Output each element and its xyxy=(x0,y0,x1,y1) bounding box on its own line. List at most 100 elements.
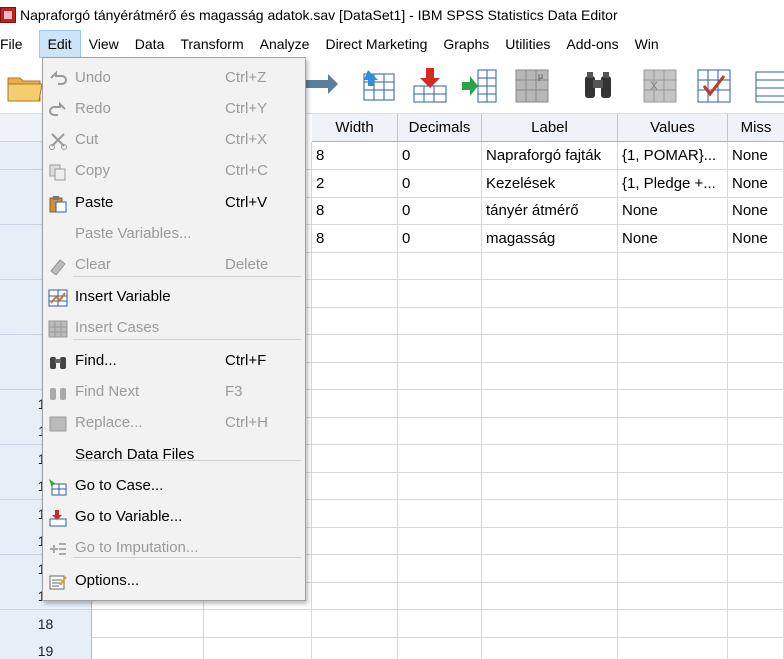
cell-missing[interactable] xyxy=(728,389,784,418)
cell-values[interactable] xyxy=(618,472,728,500)
cell-missing[interactable] xyxy=(728,582,784,610)
menu-item-paste[interactable]: Paste Ctrl+V xyxy=(43,188,305,218)
cell-values[interactable] xyxy=(618,389,728,418)
menu-add-ons[interactable]: Add-ons xyxy=(558,30,626,58)
cell-values[interactable]: None xyxy=(618,197,728,225)
menu-item-redo[interactable]: Redo Ctrl+Y xyxy=(43,94,305,124)
cell-values[interactable] xyxy=(618,554,728,583)
cell-values[interactable] xyxy=(618,307,728,335)
cell-type[interactable] xyxy=(204,637,312,659)
cell-values[interactable] xyxy=(618,362,728,390)
cell-values[interactable] xyxy=(618,444,728,473)
cell-missing[interactable] xyxy=(728,252,784,280)
column-header-values[interactable]: Values xyxy=(618,114,728,142)
cell-width[interactable] xyxy=(312,609,398,638)
cell-missing[interactable] xyxy=(728,362,784,390)
cell-values[interactable]: {1, POMAR}... xyxy=(618,142,728,170)
cell-width[interactable] xyxy=(312,472,398,500)
cell-values[interactable]: {1, Pledge +... xyxy=(618,169,728,198)
cell-label[interactable]: Kezelések xyxy=(482,169,618,198)
cell-label[interactable] xyxy=(482,279,618,308)
cell-label[interactable] xyxy=(482,334,618,363)
cell-label[interactable] xyxy=(482,389,618,418)
cell-width[interactable] xyxy=(312,362,398,390)
cell-decimals[interactable]: 0 xyxy=(398,169,482,198)
cell-decimals[interactable] xyxy=(398,389,482,418)
select-cases-icon[interactable] xyxy=(694,66,734,106)
split-file-icon[interactable]: μ xyxy=(512,66,552,106)
menu-direct-marketing[interactable]: Direct Marketing xyxy=(317,30,435,58)
cell-missing[interactable] xyxy=(728,609,784,638)
menu-item-replace[interactable]: Replace... Ctrl+H xyxy=(43,408,305,438)
cell-decimals[interactable]: 0 xyxy=(398,142,482,170)
column-header-missing[interactable]: Miss xyxy=(728,114,784,142)
cell-label[interactable]: magasság xyxy=(482,224,618,253)
cell-label[interactable] xyxy=(482,417,618,445)
cell-decimals[interactable] xyxy=(398,417,482,445)
cell-decimals[interactable] xyxy=(398,472,482,500)
cell-missing[interactable] xyxy=(728,417,784,445)
cell-decimals[interactable] xyxy=(398,554,482,583)
row-header[interactable]: 18 xyxy=(0,609,92,638)
row-header[interactable]: 19 xyxy=(0,637,92,659)
cell-width[interactable]: 8 xyxy=(312,142,398,170)
cell-label[interactable]: tányér átmérő xyxy=(482,197,618,225)
menu-utilities[interactable]: Utilities xyxy=(497,30,558,58)
cell-missing[interactable]: None xyxy=(728,224,784,253)
cell-values[interactable] xyxy=(618,499,728,528)
menu-item-go-to-case[interactable]: Go to Case... xyxy=(43,471,305,501)
cell-label[interactable] xyxy=(482,582,618,610)
cell-decimals[interactable] xyxy=(398,637,482,659)
cell-type[interactable] xyxy=(204,609,312,638)
menu-analyze[interactable]: Analyze xyxy=(252,30,318,58)
menu-item-copy[interactable]: Copy Ctrl+C xyxy=(43,156,305,186)
cell-label[interactable] xyxy=(482,362,618,390)
cell-values[interactable] xyxy=(618,582,728,610)
cell-width[interactable] xyxy=(312,307,398,335)
cell-decimals[interactable] xyxy=(398,307,482,335)
menu-edit[interactable]: Edit xyxy=(38,30,81,58)
value-labels-icon[interactable] xyxy=(752,66,784,106)
cell-width[interactable] xyxy=(312,417,398,445)
cell-missing[interactable]: None xyxy=(728,142,784,170)
cell-label[interactable] xyxy=(482,499,618,528)
insert-variable-icon[interactable] xyxy=(460,66,500,106)
cell-label[interactable] xyxy=(482,554,618,583)
cell-decimals[interactable] xyxy=(398,279,482,308)
cell-decimals[interactable] xyxy=(398,362,482,390)
cell-name[interactable] xyxy=(92,609,204,638)
cell-label[interactable] xyxy=(482,609,618,638)
insert-cases-icon[interactable] xyxy=(410,66,450,106)
cell-decimals[interactable]: 0 xyxy=(398,197,482,225)
menu-item-paste-variables[interactable]: Paste Variables... xyxy=(43,219,305,249)
cell-label[interactable] xyxy=(482,252,618,280)
cell-values[interactable] xyxy=(618,279,728,308)
cell-values[interactable] xyxy=(618,609,728,638)
cell-width[interactable] xyxy=(312,582,398,610)
cell-decimals[interactable] xyxy=(398,582,482,610)
cell-width[interactable] xyxy=(312,334,398,363)
cell-label[interactable] xyxy=(482,307,618,335)
cell-width[interactable] xyxy=(312,554,398,583)
menu-file[interactable]: File xyxy=(0,30,31,58)
weight-cases-icon[interactable]: X xyxy=(640,66,680,106)
cell-decimals[interactable]: 0 xyxy=(398,224,482,253)
cell-missing[interactable] xyxy=(728,472,784,500)
menu-item-insert-cases[interactable]: Insert Cases xyxy=(43,313,305,343)
cell-values[interactable] xyxy=(618,417,728,445)
cell-width[interactable]: 2 xyxy=(312,169,398,198)
menu-item-clear[interactable]: Clear Delete xyxy=(43,250,305,280)
cell-values[interactable] xyxy=(618,334,728,363)
cell-missing[interactable] xyxy=(728,444,784,473)
cell-missing[interactable] xyxy=(728,527,784,555)
menu-data[interactable]: Data xyxy=(127,30,173,58)
cell-label[interactable]: Napraforgó fajták xyxy=(482,142,618,170)
menu-item-cut[interactable]: Cut Ctrl+X xyxy=(43,125,305,155)
menu-item-search-data-files[interactable]: Search Data Files xyxy=(43,440,305,470)
cell-decimals[interactable] xyxy=(398,527,482,555)
cell-width[interactable]: 8 xyxy=(312,224,398,253)
cell-values[interactable] xyxy=(618,252,728,280)
cell-name[interactable] xyxy=(92,637,204,659)
menu-item-options[interactable]: Options... xyxy=(43,566,305,596)
cell-missing[interactable] xyxy=(728,499,784,528)
